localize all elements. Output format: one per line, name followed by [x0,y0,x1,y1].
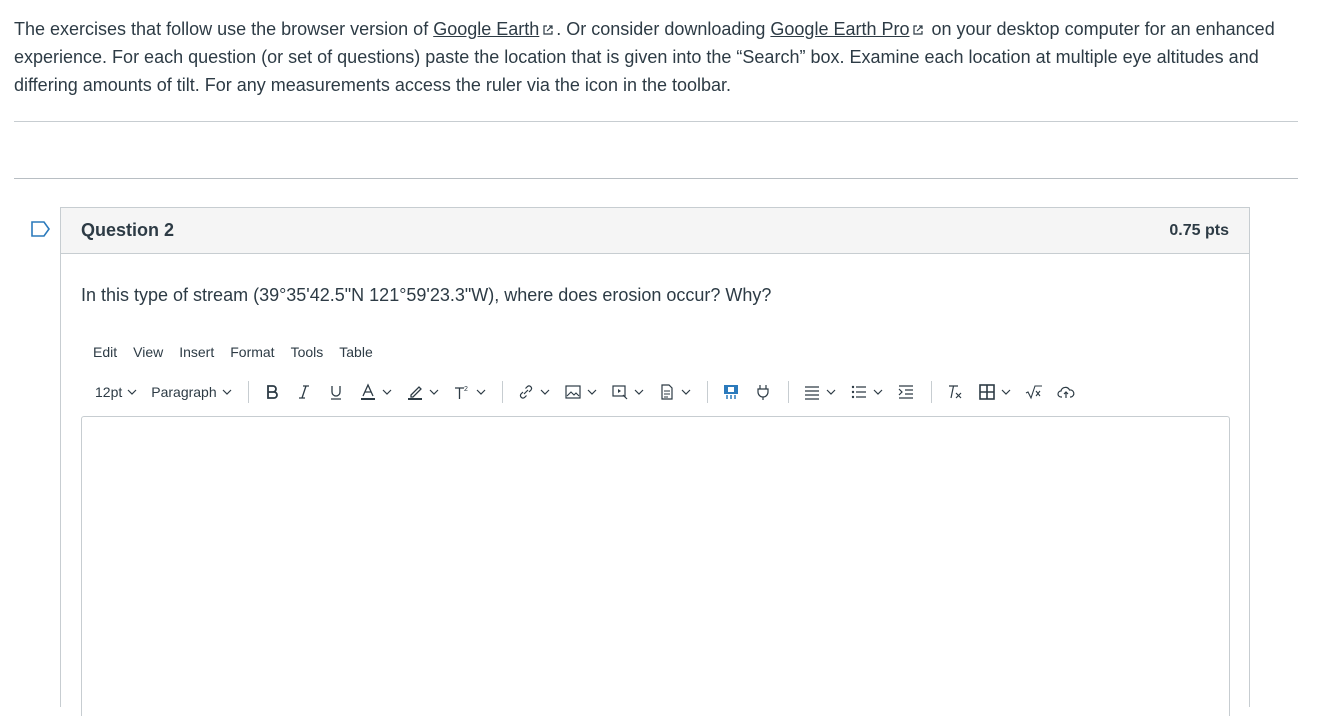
document-icon [661,384,673,400]
underline-icon [330,386,341,400]
chevron-down-icon [634,389,644,395]
bold-button[interactable] [263,383,281,401]
clear-formatting-button[interactable] [946,383,964,401]
question-points: 0.75 pts [1169,221,1229,239]
question-card: Question 2 0.75 pts In this type of stre… [60,207,1250,716]
align-button[interactable] [803,383,836,401]
flag-question-icon[interactable] [30,220,52,238]
indent-button[interactable] [897,383,915,401]
chevron-down-icon [222,389,232,395]
divider [14,121,1298,122]
clear-formatting-icon [948,385,962,399]
block-format-value: Paragraph [151,384,217,400]
rich-text-editor[interactable] [81,416,1230,716]
svg-text:2: 2 [464,386,468,393]
table-button[interactable] [978,383,1011,401]
superscript-button[interactable]: 2 [453,383,486,401]
chevron-down-icon [476,389,486,395]
chevron-down-icon [382,389,392,395]
font-size-value: 12pt [95,384,123,400]
chevron-down-icon [826,389,836,395]
italic-button[interactable] [295,383,313,401]
chevron-down-icon [127,389,137,395]
toolbar-separator [706,381,708,403]
italic-icon [298,385,309,399]
toolbar-separator [930,381,932,403]
block-format-select[interactable]: Paragraph [151,384,232,400]
question-text: In this type of stream (39°35'42.5"N 121… [81,285,772,305]
indent-icon [898,385,913,399]
google-earth-link[interactable]: Google Earth [433,19,539,39]
toolbar-separator [787,381,789,403]
link-icon [519,385,532,399]
intro-text-1: The exercises that follow use the browse… [14,19,434,39]
font-size-select[interactable]: 12pt [95,384,137,400]
chevron-down-icon [587,389,597,395]
google-earth-pro-link[interactable]: Google Earth Pro [770,19,909,39]
link-button[interactable] [517,383,550,401]
highlight-button[interactable] [406,383,439,401]
align-icon [804,386,819,400]
table-icon [978,384,995,400]
equation-icon [1025,385,1042,400]
underline-button[interactable] [327,383,345,401]
list-button[interactable] [850,383,883,401]
document-button[interactable] [658,383,691,401]
list-icon [851,385,866,399]
image-icon [565,385,581,399]
media-button[interactable] [611,383,644,401]
menu-tools[interactable]: Tools [291,344,324,360]
plugin-button[interactable] [754,383,772,401]
upload-cloud-icon [1057,386,1075,398]
external-link-icon [543,25,553,35]
toolbar-separator [501,381,503,403]
media-icon [612,385,628,400]
apps-button[interactable] [722,383,740,401]
intro-paragraph: The exercises that follow use the browse… [14,15,1299,99]
chevron-down-icon [1001,389,1011,395]
editor-toolbar: 12pt Paragraph 2 [95,380,1089,404]
apps-icon [723,385,738,399]
question-header: Question 2 0.75 pts [61,208,1249,254]
chevron-down-icon [429,389,439,395]
image-button[interactable] [564,383,597,401]
external-link-icon [913,25,924,35]
bold-icon [266,385,278,399]
divider [14,178,1298,179]
chevron-down-icon [540,389,550,395]
question-title: Question 2 [81,220,175,240]
toolbar-separator [247,381,249,403]
menu-format[interactable]: Format [230,344,274,360]
highlight-icon [407,386,422,400]
equation-button[interactable] [1025,383,1043,401]
menu-insert[interactable]: Insert [179,344,214,360]
superscript-icon: 2 [454,386,468,399]
menu-table[interactable]: Table [339,344,372,360]
menu-view[interactable]: View [133,344,163,360]
chevron-down-icon [681,389,691,395]
editor-menubar: Edit View Insert Format Tools Table [93,344,389,360]
upload-cloud-button[interactable] [1057,383,1075,401]
text-color-icon [360,383,375,400]
chevron-down-icon [873,389,883,395]
menu-edit[interactable]: Edit [93,344,117,360]
plugin-icon [757,385,769,400]
intro-text-2: . Or consider downloading [556,19,771,39]
text-color-button[interactable] [359,383,392,401]
